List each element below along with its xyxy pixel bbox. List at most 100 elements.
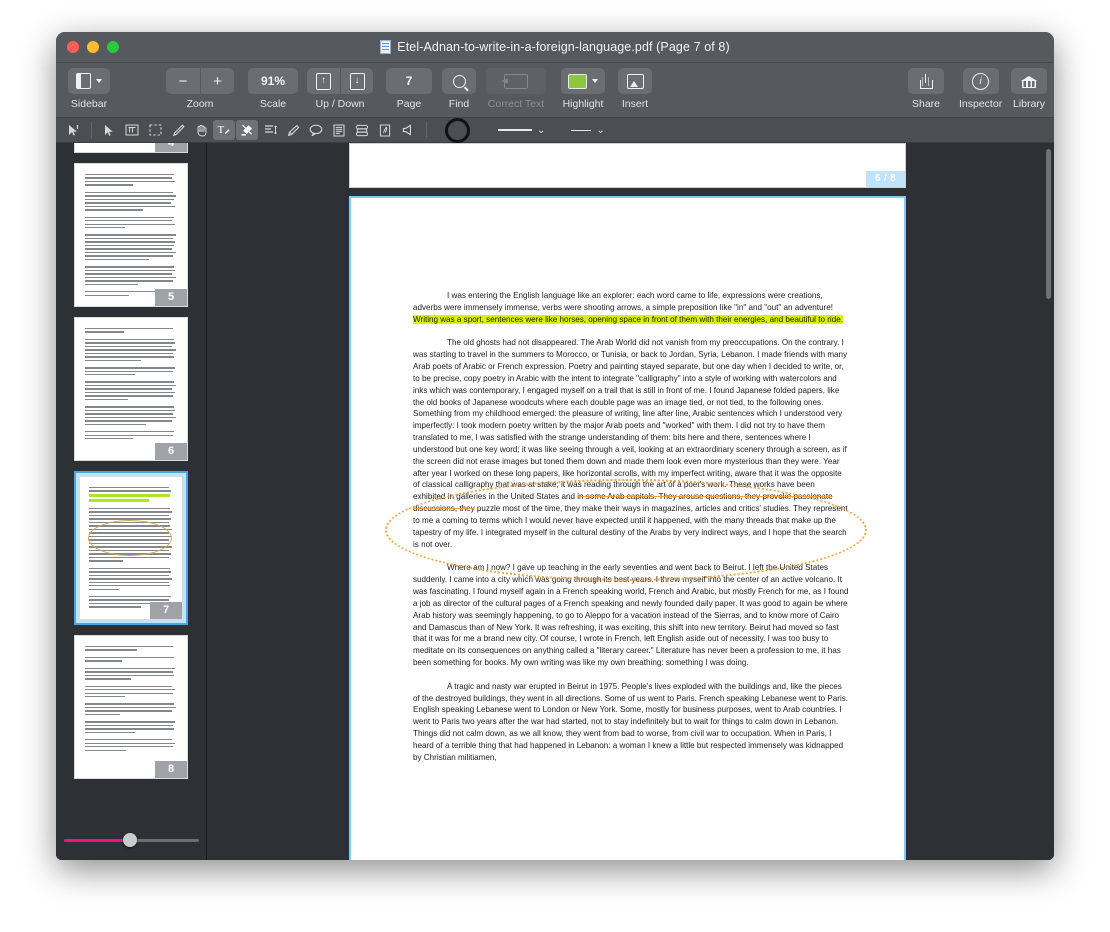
toolbar-group-sidebar: Sidebar	[68, 68, 110, 110]
share-label: Share	[911, 98, 941, 110]
pdf-reader-window: Etel-Adnan-to-write-in-a-foreign-languag…	[56, 32, 1054, 860]
thumbnail-page-8[interactable]: 8	[74, 635, 188, 779]
toolbar-divider-2	[426, 122, 427, 138]
insert-label: Insert	[621, 98, 649, 110]
toolbar-group-updown: ↑ ↓ Up / Down	[307, 68, 373, 110]
inspector-button[interactable]: i	[962, 68, 999, 94]
window-title: Etel-Adnan-to-write-in-a-foreign-languag…	[397, 40, 730, 54]
thumbnail-page-number: 7	[150, 602, 182, 619]
sidebar-label: Sidebar	[70, 98, 108, 110]
arrow-pointer-icon[interactable]	[98, 120, 120, 140]
dashed-rectangle-icon[interactable]	[144, 120, 166, 140]
highlight-label: Highlight	[562, 98, 604, 110]
correct-text-label: Correct Text	[487, 98, 545, 110]
page-down-button[interactable]: ↓	[340, 68, 373, 94]
page-indicator-badge: 6 / 8	[866, 171, 905, 187]
paragraph-1: I was entering the English language like…	[413, 290, 849, 326]
toolbar-divider	[91, 122, 92, 138]
pdf-vertical-scrollbar[interactable]	[1046, 149, 1051, 299]
insert-button[interactable]	[618, 68, 652, 94]
paragraph-2-text-a: The old ghosts had not disappeared. The …	[413, 338, 848, 502]
toolbar-group-share: Share	[908, 68, 944, 110]
svg-text:T: T	[218, 124, 225, 136]
highlight-color-button[interactable]	[561, 68, 605, 94]
text-box-icon[interactable]	[121, 120, 143, 140]
pencil-icon[interactable]	[167, 120, 189, 140]
thumbnail-page-number: 4	[155, 143, 187, 152]
text-lines-icon[interactable]	[259, 120, 281, 140]
thumbnail-page-4[interactable]: 4	[74, 143, 188, 153]
share-icon	[919, 73, 933, 89]
line-style-dropdown[interactable]: ⌄	[571, 125, 605, 136]
highlighter-marker-icon[interactable]	[236, 120, 258, 140]
color-swatch-icon	[568, 73, 587, 89]
inspector-label: Inspector	[959, 98, 1003, 110]
plus-icon: +	[213, 72, 222, 90]
line-width-dropdown[interactable]: ⌄	[498, 125, 545, 136]
hand-icon[interactable]	[190, 120, 212, 140]
toolbar-group-scale: 91% Scale	[248, 68, 298, 110]
thumbnail-page-5[interactable]: 5	[74, 163, 188, 307]
paragraph-3: Where am I now? I gave up teaching in th…	[413, 562, 849, 669]
zoom-out-button[interactable]: −	[166, 68, 200, 94]
stamp-icon[interactable]	[351, 120, 373, 140]
annotation-toolbar: T ⌄ ⌄	[56, 117, 1054, 143]
chevron-down-icon	[96, 79, 102, 83]
thumbnail-page-card: 4	[74, 143, 188, 153]
paragraph-2: The old ghosts had not disappeared. The …	[413, 337, 849, 550]
eraser-icon[interactable]	[282, 120, 304, 140]
toolbar-group-insert: Insert	[618, 68, 652, 110]
text-cursor-icon[interactable]	[62, 120, 84, 140]
pdf-document-icon	[380, 40, 392, 54]
toolbar-group-zoom: − + Zoom	[166, 68, 234, 110]
paragraph-1-text: I was entering the English language like…	[413, 291, 833, 312]
thumbnail-page-6[interactable]: 6	[74, 317, 188, 461]
toolbar-group-inspector: i Inspector	[959, 68, 1002, 110]
correct-text-button	[486, 68, 546, 94]
toolbar-group-highlight: Highlight	[561, 68, 605, 110]
toolbar-group-correct-text: Correct Text	[486, 68, 546, 110]
updown-label: Up / Down	[315, 98, 365, 110]
arrow-down-icon: ↓	[349, 72, 365, 90]
scale-value-button[interactable]: 91%	[248, 68, 298, 94]
scale-label: Scale	[259, 98, 287, 110]
page-number-field[interactable]: 7	[386, 68, 432, 94]
line-thick-preview	[498, 129, 532, 131]
main-toolbar: Sidebar − + Zoom 91% Scale ↑ ↓ Up / Down…	[56, 63, 1054, 118]
thumbnail-page-card: 5	[74, 163, 188, 307]
speaker-icon[interactable]	[397, 120, 419, 140]
slider-knob[interactable]	[123, 833, 138, 847]
toolbar-group-library: Library	[1011, 68, 1047, 110]
zoom-in-button[interactable]: +	[200, 68, 234, 94]
window-title-area: Etel-Adnan-to-write-in-a-foreign-languag…	[56, 32, 1054, 62]
correct-text-icon	[504, 73, 528, 89]
speech-bubble-icon[interactable]	[305, 120, 327, 140]
find-button[interactable]	[442, 68, 476, 94]
circle-outline-icon[interactable]	[445, 117, 470, 143]
signature-icon[interactable]	[374, 120, 396, 140]
toolbar-group-find: Find	[442, 68, 476, 110]
highlighted-sentence: Writing was a sport, sentences were like…	[413, 314, 843, 324]
thumbnail-page-7[interactable]: 7	[74, 471, 188, 625]
thumbnail-sidebar[interactable]: 4 5 6 7 8	[56, 143, 206, 860]
page-label: Page	[396, 98, 422, 110]
thumbnail-ink-oval-annotation	[88, 519, 172, 556]
thumbnail-page-card: 7	[79, 476, 183, 620]
pdf-page-view[interactable]: 6 / 8 I was entering the English languag…	[207, 143, 1054, 860]
library-button[interactable]	[1011, 68, 1047, 94]
thumbnail-page-number: 8	[155, 761, 187, 778]
slider-fill	[64, 838, 129, 842]
thumbnail-page-number: 5	[155, 289, 187, 306]
page-up-button[interactable]: ↑	[307, 68, 340, 94]
text-annotate-icon[interactable]: T	[213, 120, 235, 140]
note-lines-icon[interactable]	[328, 120, 350, 140]
paragraph-4: A tragic and nasty war erupted in Beirut…	[413, 681, 849, 764]
find-label: Find	[448, 98, 470, 110]
info-circle-icon: i	[972, 72, 990, 90]
share-button[interactable]	[908, 68, 944, 94]
sidebar-toggle-button[interactable]	[68, 68, 110, 94]
thumbnail-zoom-slider[interactable]	[64, 832, 199, 848]
library-label: Library	[1012, 98, 1046, 110]
thumbnail-list: 4 5 6 7 8	[56, 143, 206, 789]
pdf-page-current[interactable]: I was entering the English language like…	[349, 196, 906, 860]
